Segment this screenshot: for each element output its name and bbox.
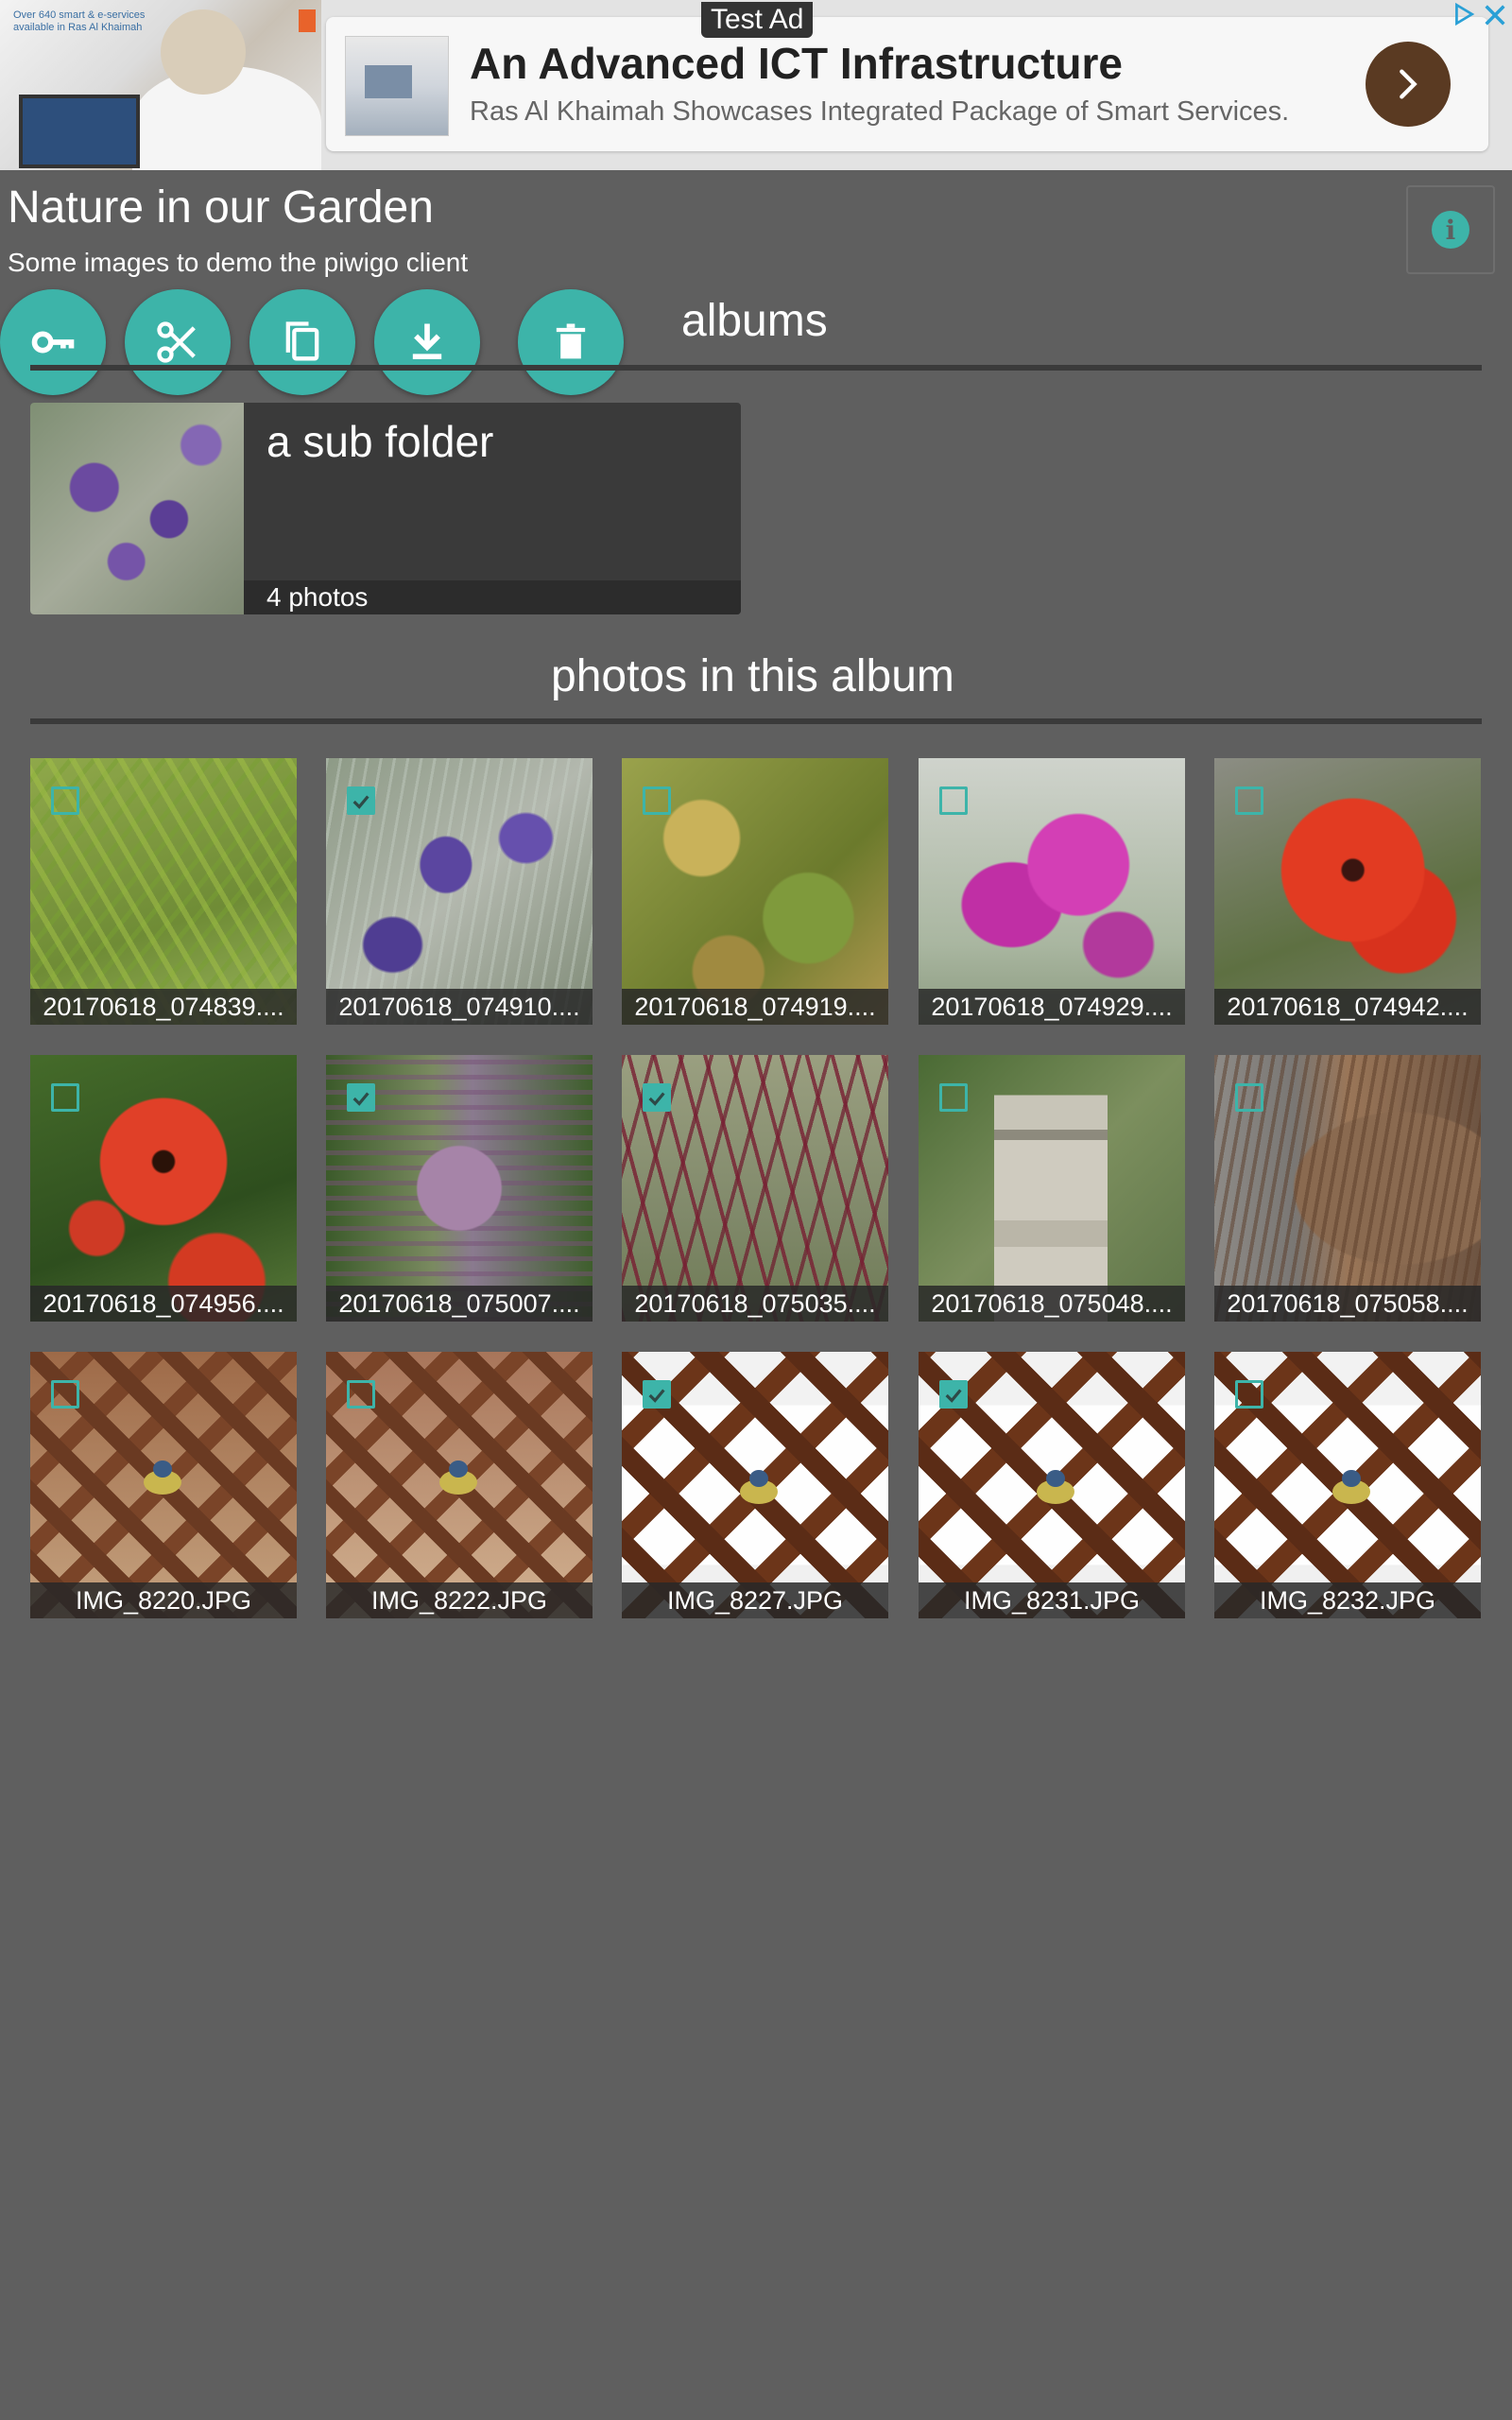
photo-caption: 20170618_074929.... [931, 993, 1173, 1021]
photo-caption: IMG_8231.JPG [963, 1586, 1141, 1615]
ad-thumbnail [345, 36, 449, 136]
check-icon [648, 1389, 665, 1403]
photo-tile[interactable]: 20170618_075048.... [919, 1055, 1185, 1322]
photos-divider [30, 718, 1482, 724]
page-subtitle: Some images to demo the piwigo client [8, 248, 469, 277]
photo-tile[interactable]: 20170618_074929.... [919, 758, 1185, 1025]
info-icon: i [1432, 211, 1469, 249]
photo-tile[interactable]: 20170618_074942.... [1214, 758, 1481, 1025]
photo-tile[interactable]: IMG_8231.JPG [919, 1352, 1185, 1618]
select-checkbox[interactable] [939, 1380, 968, 1409]
ad-image[interactable]: Over 640 smart & e-services available in… [0, 0, 321, 170]
photo-caption: 20170618_074910.... [338, 993, 580, 1021]
photo-caption: IMG_8232.JPG [1259, 1586, 1436, 1615]
permissions-button[interactable] [0, 289, 106, 395]
move-button[interactable] [125, 289, 231, 395]
bird-image [439, 1461, 477, 1495]
select-checkbox[interactable] [643, 786, 671, 815]
flag-icon [299, 9, 316, 32]
ad-card[interactable]: An Advanced ICT Infrastructure Ras Al Kh… [326, 17, 1488, 151]
select-checkbox[interactable] [643, 1083, 671, 1112]
bird-image [1332, 1470, 1370, 1504]
albums-divider [30, 365, 1482, 371]
ad-headline[interactable]: An Advanced ICT Infrastructure [470, 38, 1123, 89]
photo-tile[interactable]: IMG_8222.JPG [326, 1352, 593, 1618]
photo-caption: 20170618_075007.... [338, 1289, 580, 1318]
download-icon [412, 323, 442, 359]
select-checkbox[interactable] [1235, 786, 1263, 815]
select-checkbox[interactable] [51, 1083, 79, 1112]
photo-tile[interactable]: 20170618_074919.... [622, 758, 888, 1025]
select-checkbox[interactable] [347, 1380, 375, 1409]
select-checkbox[interactable] [643, 1380, 671, 1409]
check-icon [352, 795, 369, 809]
photo-tile[interactable]: 20170618_074956.... [30, 1055, 297, 1322]
page-title: Nature in our Garden [8, 182, 434, 233]
bird-image [1037, 1470, 1074, 1504]
ad-image-text: Over 640 smart & e-services available in… [13, 9, 146, 33]
subalbum-card[interactable]: a sub folder 4 photos [30, 403, 741, 614]
ad-banner[interactable]: Over 640 smart & e-services available in… [0, 0, 1512, 170]
photo-caption: 20170618_074956.... [43, 1289, 284, 1318]
photo-tile[interactable]: 20170618_075007.... [326, 1055, 593, 1322]
adchoices-icon[interactable] [1452, 2, 1476, 26]
photo-caption: IMG_8227.JPG [666, 1586, 844, 1615]
copy-button[interactable] [249, 289, 355, 395]
photo-caption: 20170618_075058.... [1227, 1289, 1469, 1318]
check-icon [648, 1092, 665, 1106]
select-checkbox[interactable] [51, 786, 79, 815]
check-icon [352, 1092, 369, 1106]
photo-caption: 20170618_075035.... [634, 1289, 876, 1318]
photo-caption: IMG_8222.JPG [370, 1586, 548, 1615]
delete-button[interactable] [518, 289, 624, 395]
download-button[interactable] [374, 289, 480, 395]
select-checkbox[interactable] [347, 1083, 375, 1112]
scissors-icon [157, 321, 196, 363]
photo-tile[interactable]: 20170618_074910.... [326, 758, 593, 1025]
photo-tile[interactable]: IMG_8232.JPG [1214, 1352, 1481, 1618]
photos-heading: photos in this album [551, 651, 954, 701]
subalbum-name[interactable]: a sub folder [266, 416, 493, 467]
key-icon [31, 331, 75, 354]
albums-heading: albums [681, 296, 828, 346]
close-icon[interactable] [1482, 2, 1508, 28]
photo-caption: 20170618_074839.... [43, 993, 284, 1021]
copy-icon [285, 321, 319, 361]
info-button[interactable]: i [1406, 185, 1495, 274]
select-checkbox[interactable] [51, 1380, 79, 1409]
select-checkbox[interactable] [939, 786, 968, 815]
photo-caption: IMG_8220.JPG [75, 1586, 252, 1615]
check-icon [945, 1389, 962, 1403]
trash-icon [556, 323, 586, 359]
subalbum-photo-count: 4 photos [266, 582, 369, 612]
photo-tile[interactable]: 20170618_075058.... [1214, 1055, 1481, 1322]
chevron-right-icon [1400, 69, 1418, 99]
bird-image [740, 1470, 778, 1504]
test-ad-label: Test Ad [701, 2, 814, 38]
subalbum-thumbnail[interactable] [30, 403, 244, 614]
select-checkbox[interactable] [347, 786, 375, 815]
photo-caption: 20170618_074919.... [634, 993, 876, 1021]
photo-tile[interactable]: 20170618_075035.... [622, 1055, 888, 1322]
ad-description[interactable]: Ras Al Khaimah Showcases Integrated Pack… [470, 96, 1289, 128]
select-checkbox[interactable] [1235, 1083, 1263, 1112]
ad-open-button[interactable] [1366, 42, 1451, 127]
select-checkbox[interactable] [1235, 1380, 1263, 1409]
photo-tile[interactable]: 20170618_074839.... [30, 758, 297, 1025]
photo-caption: 20170618_075048.... [931, 1289, 1173, 1318]
bird-image [144, 1461, 181, 1495]
photo-tile[interactable]: IMG_8220.JPG [30, 1352, 297, 1618]
photo-caption: 20170618_074942.... [1227, 993, 1469, 1021]
select-checkbox[interactable] [939, 1083, 968, 1112]
photo-tile[interactable]: IMG_8227.JPG [622, 1352, 888, 1618]
